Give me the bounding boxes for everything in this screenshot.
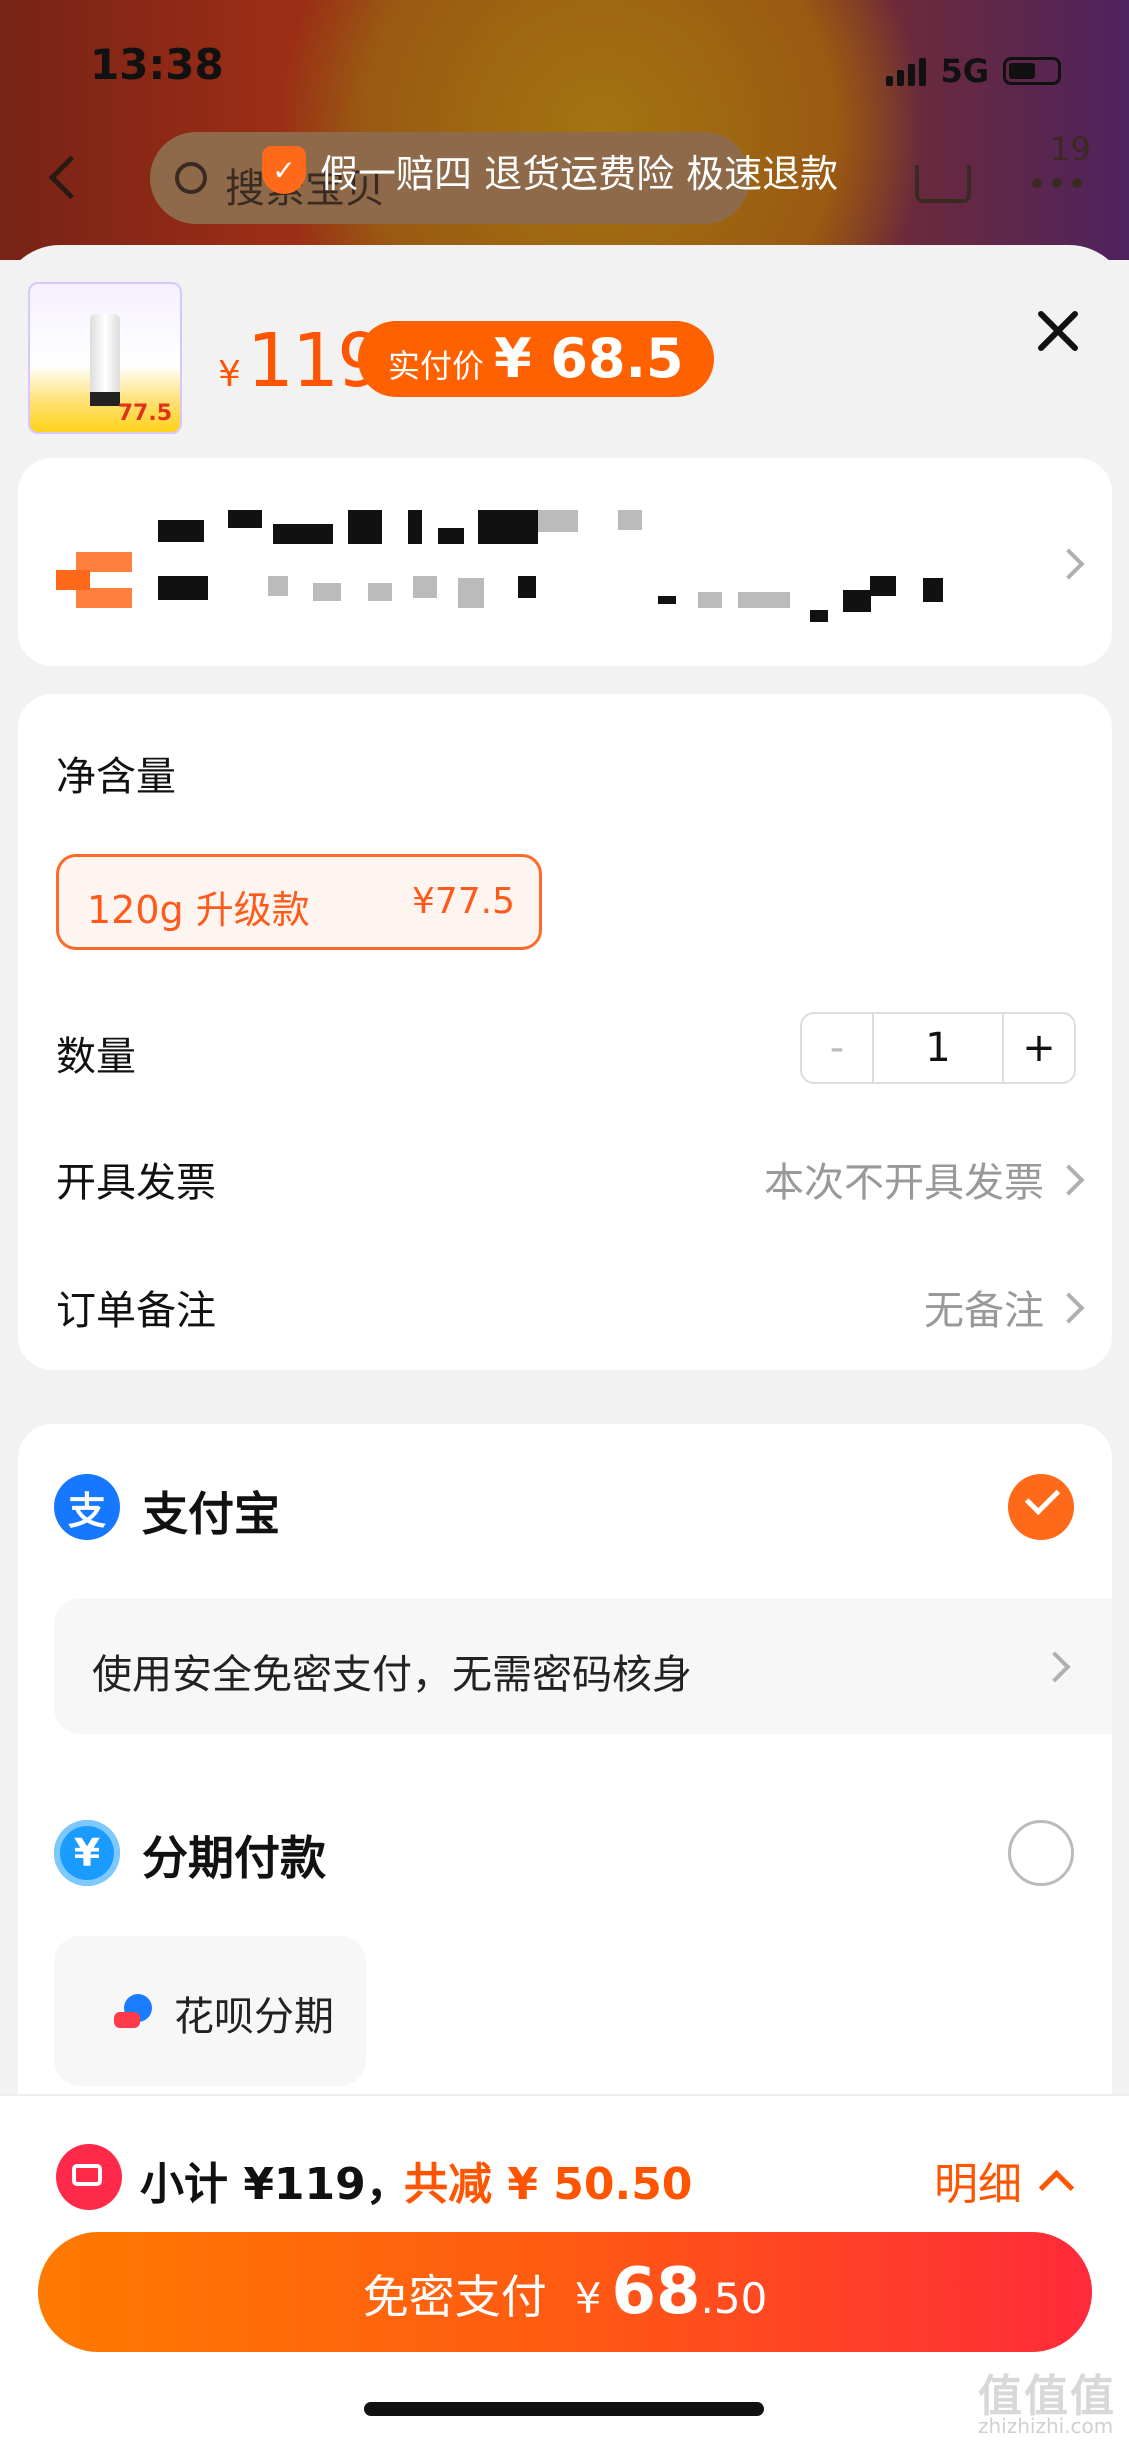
alipay-label: 支付宝 bbox=[142, 1487, 280, 1541]
close-icon[interactable] bbox=[1035, 308, 1081, 354]
sku-option-selected[interactable]: 120g 升级款 ¥77.5 bbox=[56, 854, 542, 950]
real-price-value: ¥ 68.5 bbox=[494, 327, 684, 390]
network-label: 5G bbox=[940, 52, 989, 90]
checkout-bottom-bar: 小计 ¥119， 共减 ¥ 50.50 明细 免密支付 ¥ 68 .50 bbox=[0, 2094, 1129, 2446]
note-value: 无备注 bbox=[924, 1288, 1044, 1334]
pay-button-amount-dec: .50 bbox=[700, 2274, 768, 2323]
status-indicators: 5G bbox=[886, 52, 1061, 90]
pay-button-currency: ¥ bbox=[574, 2274, 602, 2323]
net-content-label: 净含量 bbox=[56, 754, 176, 800]
discount-text: 共减 ¥ 50.50 bbox=[404, 2159, 693, 2210]
detail-toggle[interactable]: 明细 bbox=[934, 2148, 1075, 2212]
alipay-icon: 支 bbox=[54, 1474, 120, 1540]
no-password-pay-text: 使用安全免密支付，无需密码核身 bbox=[92, 1652, 692, 1698]
payment-card: 支 支付宝 使用安全免密支付，无需密码核身 ¥ 分期付款 花呗分期 bbox=[18, 1424, 1112, 2144]
huabei-installment-option[interactable]: 花呗分期 bbox=[54, 1936, 366, 2086]
battery-icon bbox=[1003, 57, 1061, 85]
more-icon[interactable] bbox=[1032, 178, 1082, 188]
product-cap-image bbox=[90, 392, 120, 406]
huabei-icon bbox=[114, 1994, 152, 2028]
sku-name: 120g 升级款 bbox=[87, 888, 310, 932]
quantity-plus-button[interactable]: + bbox=[1004, 1014, 1074, 1082]
coupon-icon bbox=[56, 2144, 122, 2210]
product-thumbnail[interactable]: 77.5 bbox=[28, 282, 182, 434]
guarantee-banner: ✓ 假一赔四 退货运费险 极速退款 bbox=[262, 140, 838, 200]
quantity-minus-button[interactable]: - bbox=[802, 1014, 874, 1082]
quantity-label: 数量 bbox=[56, 1034, 136, 1080]
address-chevron-icon bbox=[1053, 548, 1085, 580]
sku-price: ¥77.5 bbox=[411, 881, 515, 922]
installment-radio[interactable] bbox=[1008, 1820, 1074, 1886]
invoice-chevron-icon bbox=[1053, 1164, 1085, 1196]
quantity-input[interactable]: 1 bbox=[874, 1014, 1004, 1082]
installment-label: 分期付款 bbox=[142, 1831, 326, 1885]
pay-button-amount-int: 68 bbox=[611, 2255, 701, 2329]
chevron-up-icon bbox=[1038, 2169, 1075, 2205]
cart-icon[interactable] bbox=[915, 165, 971, 203]
note-chevron-icon bbox=[1053, 1292, 1085, 1324]
installment-icon: ¥ bbox=[54, 1820, 120, 1886]
shield-check-icon: ✓ bbox=[262, 146, 306, 194]
subtotal-text: 小计 ¥119， bbox=[140, 2159, 410, 2210]
price-currency: ¥ bbox=[218, 354, 241, 395]
alipay-selected-check-icon[interactable] bbox=[1008, 1474, 1074, 1540]
note-label: 订单备注 bbox=[56, 1288, 216, 1334]
detail-label: 明细 bbox=[934, 2159, 1022, 2210]
signal-icon bbox=[886, 56, 927, 86]
invoice-value: 本次不开具发票 bbox=[764, 1160, 1044, 1206]
location-icon bbox=[56, 548, 136, 608]
address-card[interactable] bbox=[18, 458, 1112, 666]
product-tube-image bbox=[90, 314, 120, 394]
real-price-label: 实付价 bbox=[388, 347, 485, 385]
guarantee-text: 假一赔四 退货运费险 极速退款 bbox=[320, 151, 839, 196]
status-time: 13:38 bbox=[90, 40, 224, 89]
search-icon bbox=[175, 162, 207, 194]
pay-button[interactable]: 免密支付 ¥ 68 .50 bbox=[38, 2232, 1092, 2352]
home-indicator[interactable] bbox=[364, 2402, 764, 2416]
no-password-pay-row[interactable]: 使用安全免密支付，无需密码核身 bbox=[54, 1598, 1112, 1734]
huabei-label: 花呗分期 bbox=[174, 1994, 334, 2040]
watermark-url: zhizhizhi.com bbox=[978, 2414, 1114, 2438]
pay-button-label: 免密支付 bbox=[362, 2270, 547, 2324]
real-price-pill: 实付价 ¥ 68.5 bbox=[358, 321, 714, 397]
cart-count-badge: 19 bbox=[1050, 130, 1091, 168]
quantity-stepper: - 1 + bbox=[800, 1012, 1076, 1084]
no-password-chevron-icon bbox=[1039, 1651, 1071, 1683]
options-card: 净含量 120g 升级款 ¥77.5 数量 - 1 + 开具发票 本次不开具发票… bbox=[18, 694, 1112, 1370]
thumbnail-price: 77.5 bbox=[117, 401, 172, 426]
invoice-label: 开具发票 bbox=[56, 1160, 216, 1206]
